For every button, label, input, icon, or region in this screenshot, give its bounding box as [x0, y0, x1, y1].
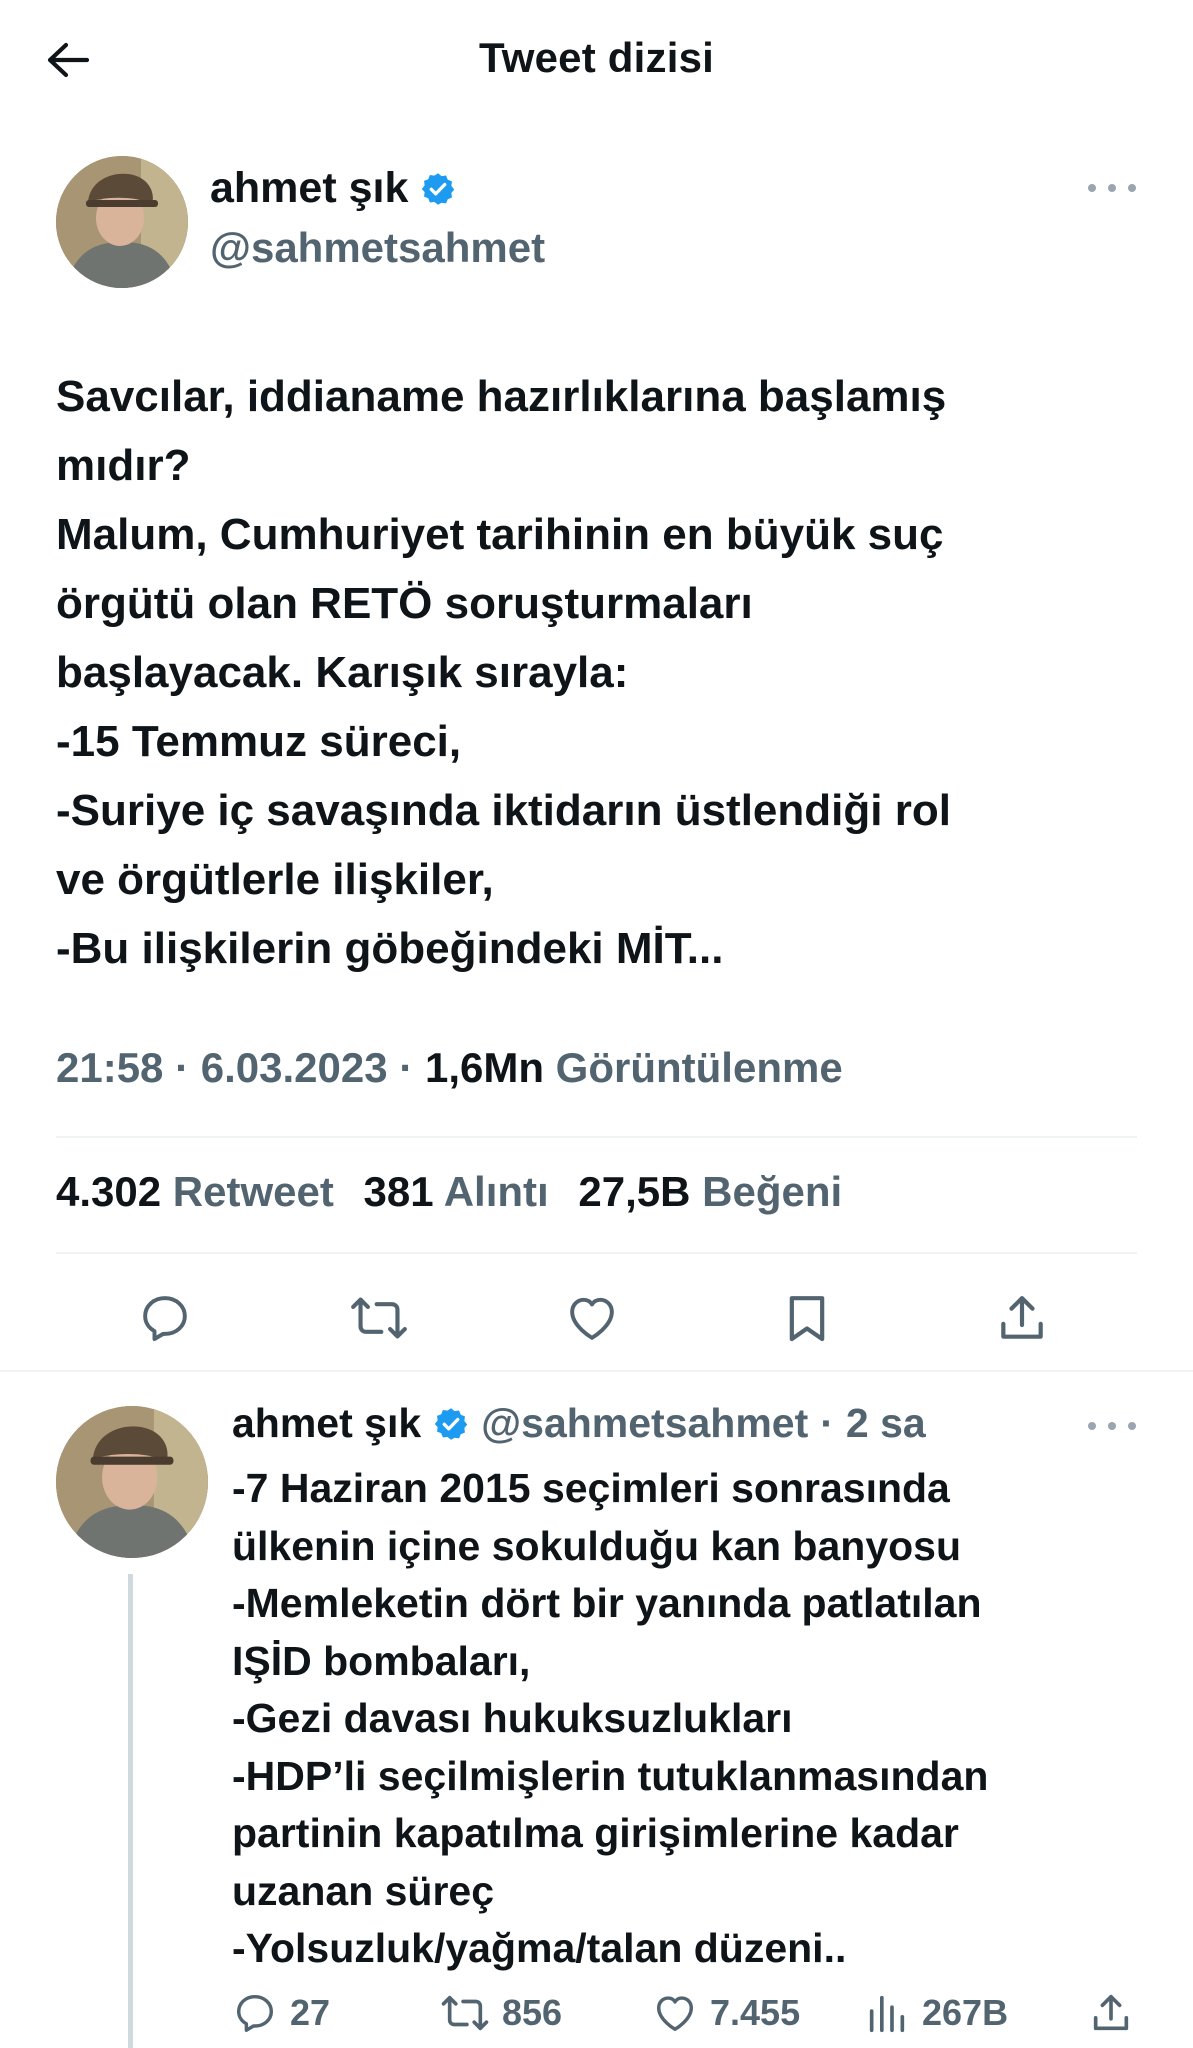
top-bar: Tweet dizisi	[0, 0, 1193, 120]
likes-count: 7.455	[710, 1992, 801, 2033]
verified-badge-icon	[420, 171, 456, 207]
avatar-image	[56, 1406, 208, 1558]
meta-separator: ·	[820, 1400, 834, 1446]
retweet-button[interactable]	[349, 1288, 409, 1348]
reply-header: ahmet şık @sahmetsahmet · 2 sa	[232, 1400, 926, 1447]
thread-connector-line	[128, 1574, 133, 2048]
reply-text-line: -Yolsuzluk/yağma/talan düzeni..	[232, 1925, 847, 1971]
retweets-label[interactable]: Retweet	[173, 1168, 334, 1215]
reply-icon	[236, 1994, 274, 2032]
avatar[interactable]	[56, 156, 188, 288]
share-button[interactable]	[1088, 1990, 1134, 2036]
tweet-text-line: -Bu ilişkilerin göbeğindeki MİT...	[56, 924, 724, 973]
likes-count[interactable]: 27,5B	[578, 1168, 690, 1215]
views-count: 267B	[922, 1992, 1009, 2033]
divider	[56, 1136, 1137, 1138]
share-button[interactable]	[992, 1288, 1052, 1348]
tweet-text-line: mıdır?	[56, 441, 191, 490]
reply-text-line: -HDP’li seçilmişlerin tutuklanmasından	[232, 1752, 989, 1799]
reply-text-line: IŞİD bombaları,	[232, 1637, 531, 1684]
more-options-button[interactable]	[1088, 1414, 1136, 1438]
retweet-icon	[441, 1995, 489, 2031]
retweets-count[interactable]: 4.302	[56, 1168, 161, 1215]
reply-text-line: ülkenin içine sokulduğu kan banyosu	[232, 1522, 962, 1569]
author-name-row: ahmet şık	[210, 164, 456, 213]
tweet-text-line: ve örgütlerle ilişkiler,	[56, 855, 494, 904]
more-dot-icon	[1108, 184, 1116, 192]
more-options-button[interactable]	[1088, 176, 1136, 200]
page-title: Tweet dizisi	[479, 34, 714, 81]
reply-text-line: -Gezi davası hukuksuzlukları	[232, 1695, 793, 1741]
quotes-label[interactable]: Alıntı	[444, 1168, 549, 1215]
tweet-stats: 4.302 Retweet 381 Alıntı 27,5B Beğeni	[56, 1168, 860, 1216]
views-chart-icon	[869, 1995, 905, 2033]
bookmark-button[interactable]	[777, 1288, 837, 1348]
avatar[interactable]	[56, 1406, 208, 1558]
more-dot-icon	[1088, 184, 1096, 192]
like-icon	[570, 1297, 614, 1340]
reply-text-line: -Memleketin dört bir yanında patlatılan	[232, 1580, 982, 1626]
retweet-button[interactable]: 856	[440, 1990, 562, 2036]
reply-actions: 27 856 7.455 267B	[232, 1990, 1162, 2046]
more-dot-icon	[1128, 1422, 1136, 1430]
replies-count: 27	[290, 1992, 331, 2033]
tweet-text-line: -Suriye iç savaşında iktidarın üstlendiğ…	[56, 786, 951, 835]
tweet-text-line: Savcılar, iddianame hazırlıklarına başla…	[56, 372, 947, 421]
more-dot-icon	[1128, 184, 1136, 192]
meta-separator: ·	[175, 1044, 190, 1091]
tweet-actions	[0, 1280, 1193, 1350]
tweet-thread-screen: Tweet dizisi ahmet şık @sahmetsahmet Sav…	[0, 0, 1193, 2048]
like-button[interactable]	[562, 1288, 622, 1348]
like-button[interactable]: 7.455	[652, 1990, 800, 2036]
tweet-text: Savcılar, iddianame hazırlıklarına başla…	[56, 362, 1146, 983]
author-handle[interactable]: @sahmetsahmet	[210, 224, 545, 272]
views-label: Görüntülenme	[555, 1044, 843, 1091]
tweet-time-ago[interactable]: 2 sa	[846, 1400, 926, 1447]
author-name[interactable]: ahmet şık	[232, 1400, 421, 1447]
author-name[interactable]: ahmet şık	[210, 164, 408, 213]
like-icon	[656, 1996, 694, 2032]
more-dot-icon	[1088, 1422, 1096, 1430]
tweet-text-line: başlayacak. Karışık sırayla:	[56, 648, 629, 697]
tweet-text-line: Malum, Cumhuriyet tarihinin en büyük suç	[56, 510, 944, 559]
likes-label[interactable]: Beğeni	[702, 1168, 842, 1215]
retweets-count: 856	[502, 1992, 563, 2033]
divider	[56, 1252, 1137, 1254]
share-icon	[1093, 1994, 1129, 2031]
tweet-meta: 21:58 · 6.03.2023 · 1,6Mn Görüntülenme	[56, 1044, 843, 1092]
more-dot-icon	[1108, 1422, 1116, 1430]
divider	[0, 1370, 1193, 1372]
share-icon	[1001, 1296, 1043, 1339]
reply-text-line: partinin kapatılma girişimlerine kadar	[232, 1810, 959, 1856]
views-count: 1,6Mn	[424, 1044, 544, 1091]
views-button[interactable]: 267B	[864, 1990, 1008, 2036]
reply-text-line: -7 Haziran 2015 seçimleri sonrasında	[232, 1465, 950, 1511]
reply-text: -7 Haziran 2015 seçimleri sonrasında ülk…	[232, 1460, 1152, 1978]
bookmark-icon	[789, 1296, 825, 1342]
meta-separator: ·	[399, 1044, 414, 1091]
avatar-image	[56, 156, 188, 288]
reply-button[interactable]: 27	[232, 1990, 330, 2036]
reply-text-line: uzanan süreç	[232, 1867, 495, 1914]
quotes-count[interactable]: 381	[364, 1168, 434, 1215]
tweet-text-line: -15 Temmuz süreci,	[56, 717, 462, 766]
author-handle[interactable]: @sahmetsahmet	[481, 1400, 808, 1447]
verified-badge-icon	[433, 1406, 469, 1442]
reply-button[interactable]	[135, 1288, 195, 1348]
reply-icon	[143, 1296, 187, 1341]
tweet-text-line: örgütü olan RETÖ soruşturmaları	[56, 579, 753, 628]
retweet-icon	[351, 1297, 407, 1339]
tweet-date[interactable]: 6.03.2023	[201, 1044, 388, 1091]
tweet-time[interactable]: 21:58	[56, 1044, 163, 1091]
